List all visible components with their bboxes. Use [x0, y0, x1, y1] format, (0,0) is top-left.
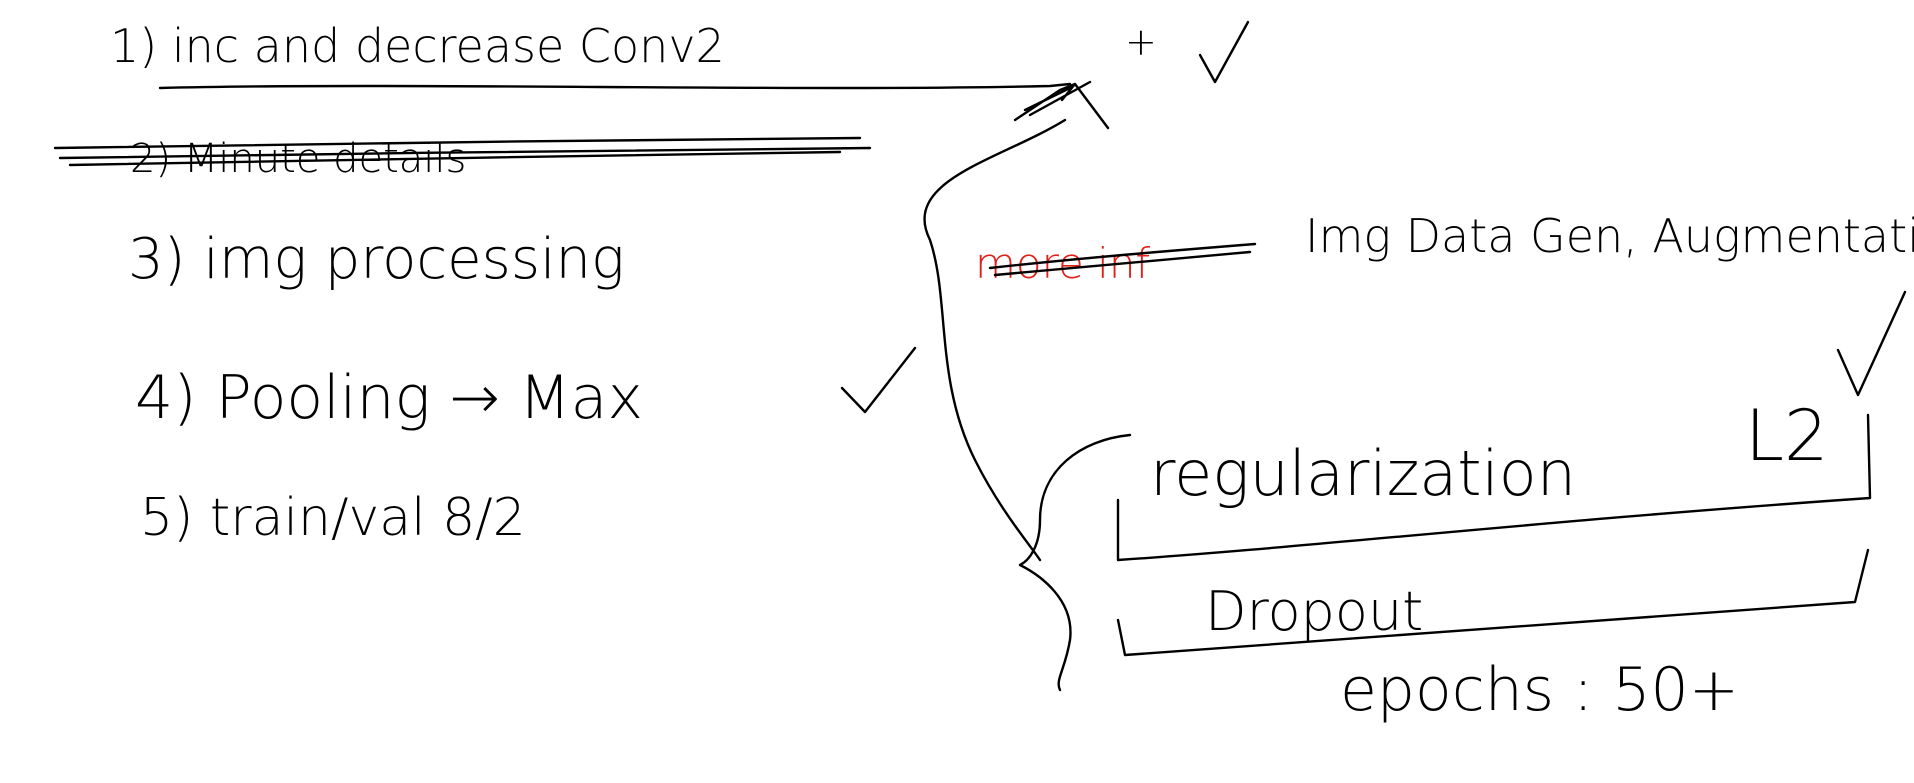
- checkmark-icon: [1198, 20, 1250, 84]
- note-item-3-text: 3) img processing: [128, 227, 625, 292]
- note-item-4-text: 4) Pooling → Max: [135, 363, 643, 433]
- note-item-1-plus: +: [1125, 20, 1157, 64]
- note-item-3: 3) img processing: [128, 227, 625, 292]
- note-item-5-text: 5) train/val 8/2: [140, 488, 526, 548]
- note-item-1: 1) inc and decrease Conv2 +: [110, 19, 1250, 130]
- curly-brace: [1018, 433, 1132, 692]
- note-item-1-text: 1) inc and decrease Conv2: [110, 19, 725, 73]
- regularization-marker: L2: [1745, 395, 1829, 477]
- bracket-group: regularization L2 Dropout epochs : 50+: [1018, 395, 1872, 725]
- side-note-text: Img Data Gen, Augmentation: [1305, 209, 1914, 263]
- underline-arrow: [158, 82, 1072, 90]
- note-item-5: 5) train/val 8/2: [140, 488, 526, 548]
- regularization-label: regularization: [1150, 437, 1576, 510]
- note-item-2: 2) Minute details: [53, 136, 872, 182]
- dropout-label: Dropout: [1205, 580, 1423, 643]
- note-item-4: 4) Pooling → Max: [135, 346, 917, 433]
- epochs-label: epochs : 50+: [1340, 655, 1739, 725]
- whiteboard-canvas: 1) inc and decrease Conv2 + 2) Minute de…: [53, 19, 1914, 725]
- checkmark-icon: [840, 346, 917, 414]
- checkmark-icon: [1836, 290, 1907, 397]
- side-note: more inf Img Data Gen, Augmentation: [975, 209, 1914, 288]
